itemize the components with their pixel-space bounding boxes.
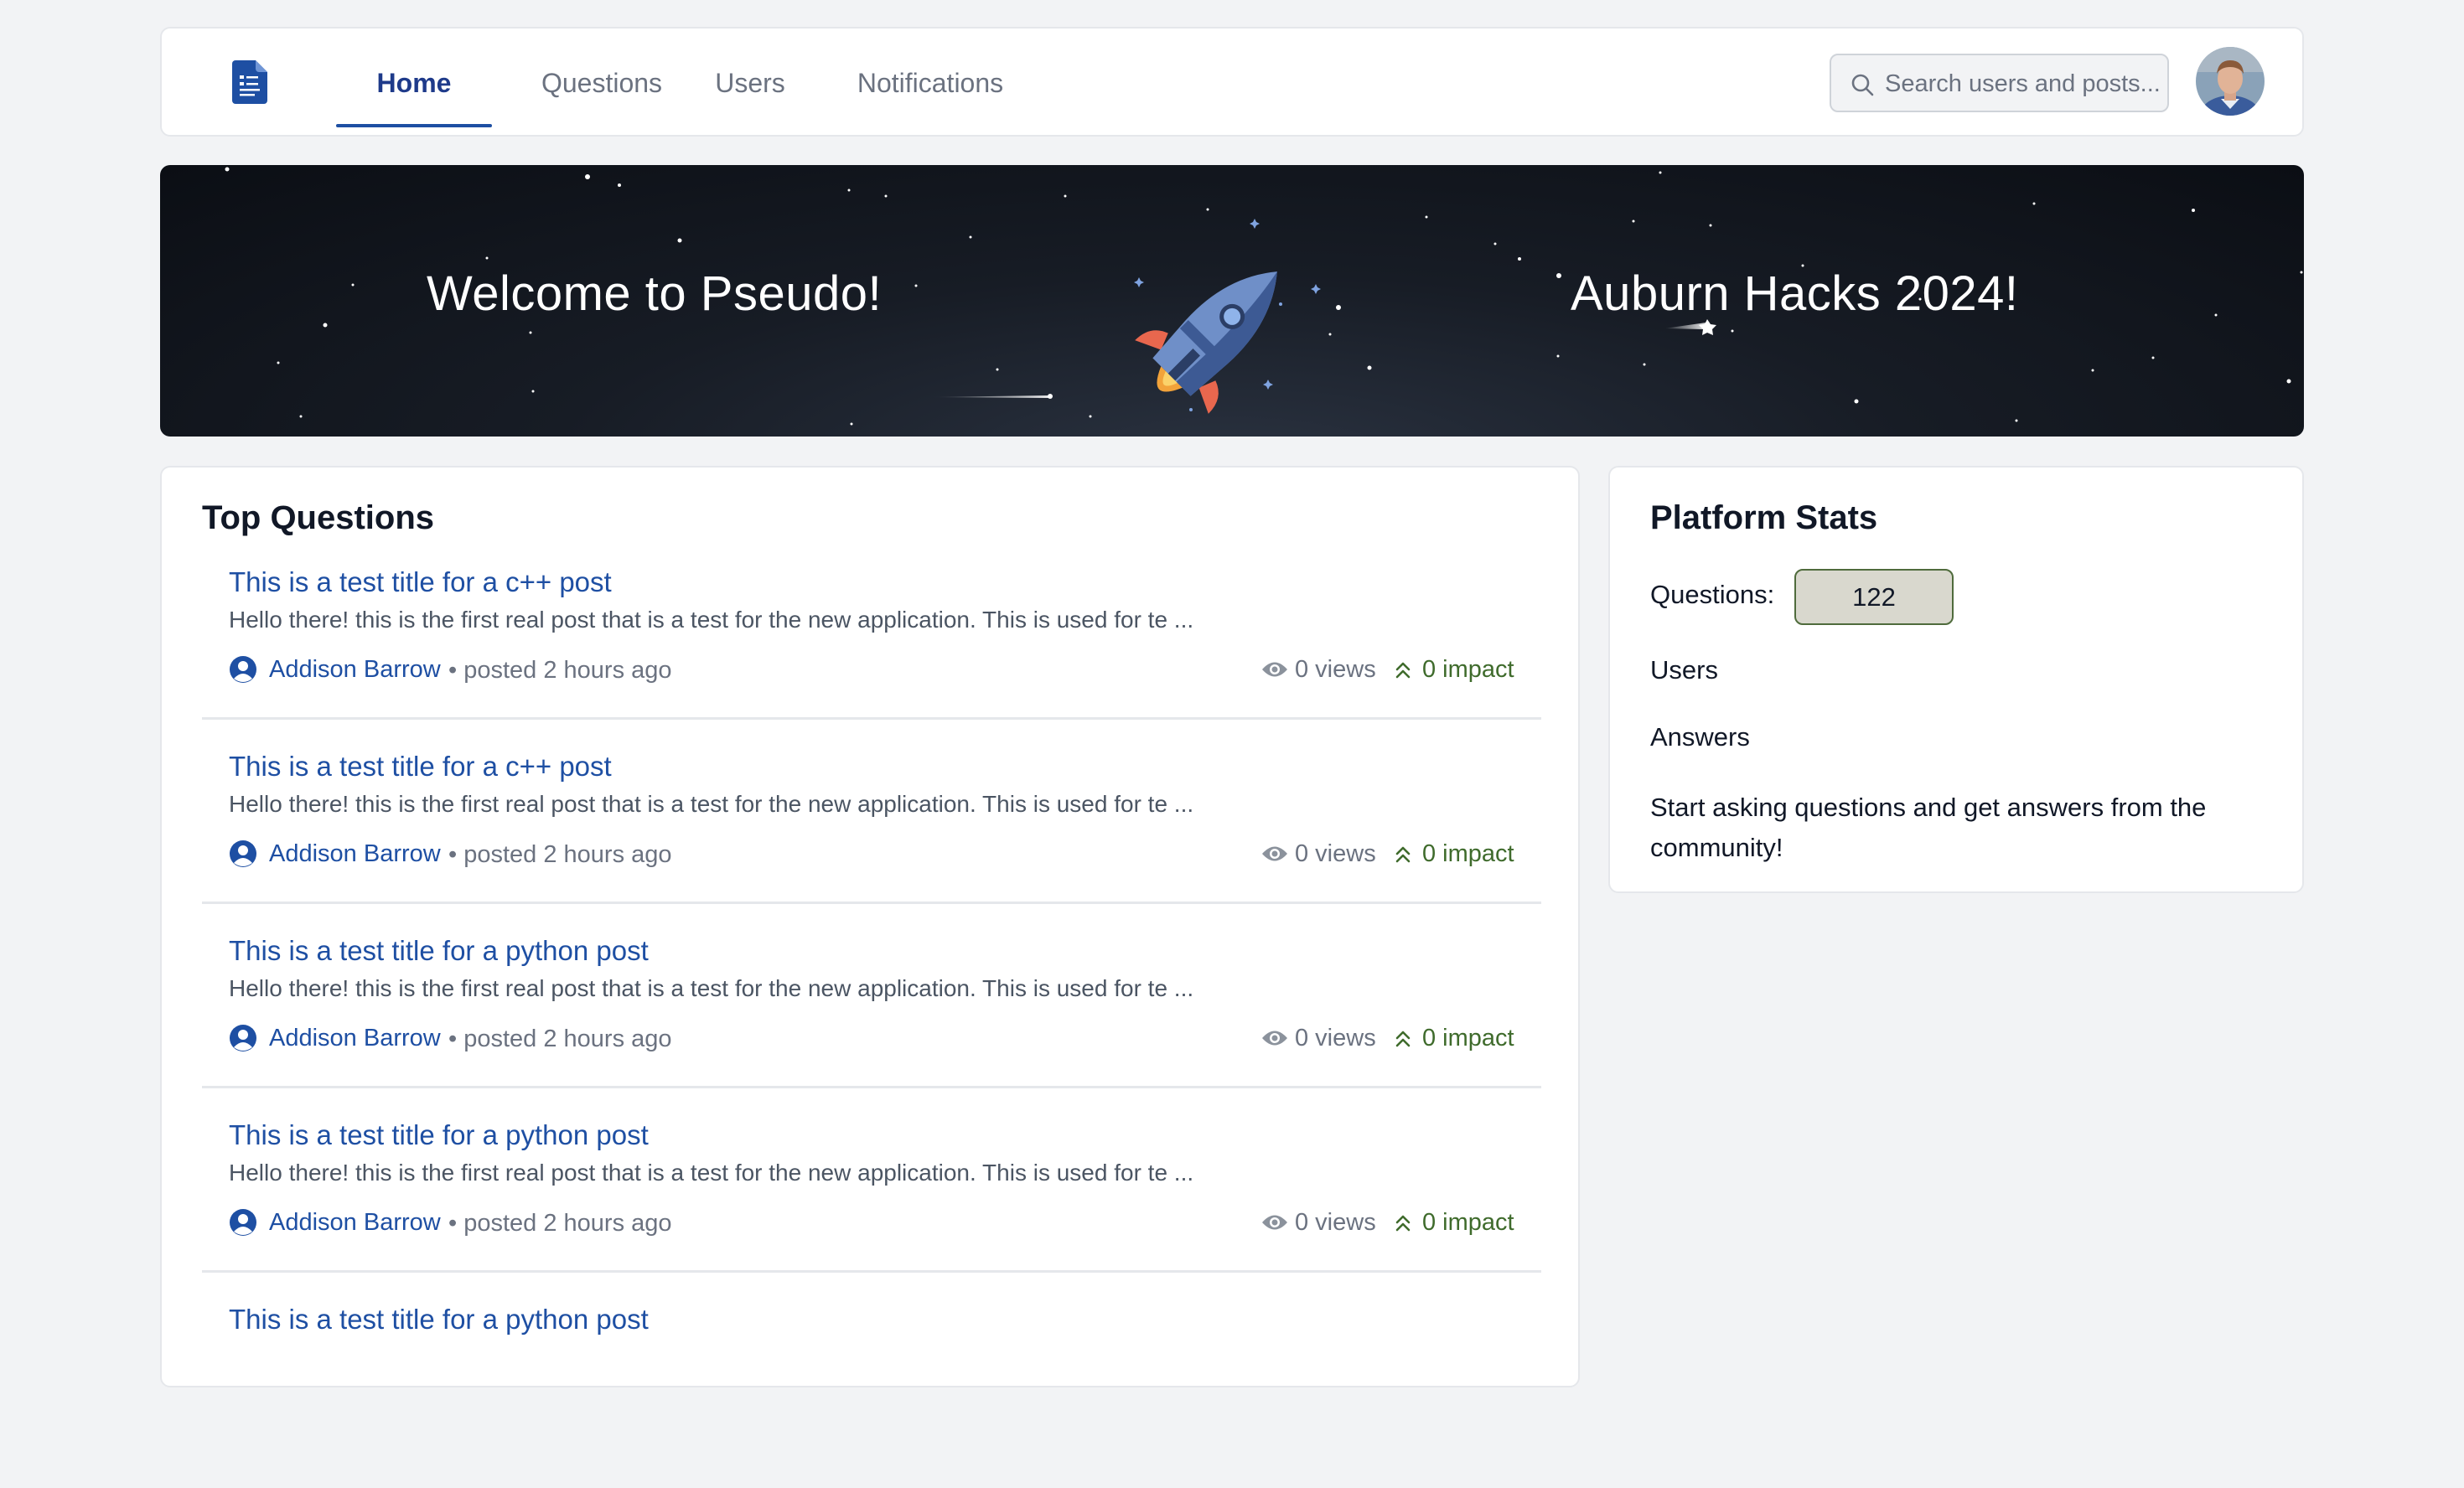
top-questions-card: Top Questions This is a test title for a… bbox=[160, 466, 1580, 1387]
views-count: 0 views bbox=[1295, 840, 1376, 867]
tab-questions[interactable]: Questions bbox=[518, 28, 686, 138]
impact-count: 0 impact bbox=[1422, 840, 1514, 867]
divider bbox=[202, 902, 1541, 904]
user-circle-icon bbox=[230, 656, 256, 683]
question-item: This is a test title for a python post bbox=[202, 1304, 1541, 1488]
author-link[interactable]: Addison Barrow bbox=[269, 840, 441, 868]
question-item: This is a test title for a python post He… bbox=[202, 935, 1541, 1119]
divider bbox=[202, 1086, 1541, 1088]
question-item: This is a test title for a c++ post Hello… bbox=[202, 566, 1541, 751]
question-excerpt: Hello there! this is the first real post… bbox=[229, 607, 1194, 633]
top-questions-title: Top Questions bbox=[202, 499, 435, 536]
eye-icon bbox=[1262, 662, 1287, 677]
double-chevron-up-icon bbox=[1395, 662, 1411, 679]
question-title-link[interactable]: This is a test title for a c++ post bbox=[229, 566, 612, 598]
question-excerpt: Hello there! this is the first real post… bbox=[229, 975, 1194, 1001]
question-title-link[interactable]: This is a test title for a c++ post bbox=[229, 751, 612, 783]
views-count: 0 views bbox=[1295, 1025, 1376, 1051]
double-chevron-up-icon bbox=[1395, 1215, 1411, 1232]
divider bbox=[202, 1270, 1541, 1273]
author-link[interactable]: Addison Barrow bbox=[269, 1209, 441, 1237]
tab-notifications[interactable]: Notifications bbox=[829, 28, 1032, 138]
author-link[interactable]: Addison Barrow bbox=[269, 656, 441, 684]
platform-stats-card: Platform Stats Questions: 122 Users Answ… bbox=[1608, 466, 2304, 893]
user-circle-icon bbox=[230, 840, 256, 867]
stat-users-label: Users bbox=[1650, 655, 1718, 685]
impact-count: 0 impact bbox=[1422, 1209, 1514, 1236]
search-box[interactable] bbox=[1830, 54, 2169, 112]
banner-event-text: Auburn Hacks 2024! bbox=[1571, 266, 2019, 321]
user-avatar[interactable] bbox=[2196, 47, 2265, 116]
hero-banner: Welcome to Pseudo! Auburn Hacks 2024! bbox=[160, 165, 2304, 437]
search-icon bbox=[1851, 74, 1874, 96]
stat-questions-value: 122 bbox=[1794, 569, 1954, 625]
user-circle-icon bbox=[230, 1025, 256, 1051]
top-nav: Home Questions Users Notifications bbox=[160, 27, 2304, 137]
stats-cta-text: Start asking questions and get answers f… bbox=[1650, 793, 2207, 862]
question-title-link[interactable]: This is a test title for a python post bbox=[229, 935, 649, 967]
rocket-icon bbox=[1135, 271, 1277, 414]
platform-stats-title: Platform Stats bbox=[1650, 499, 1878, 536]
eye-icon bbox=[1262, 846, 1287, 861]
divider bbox=[202, 717, 1541, 720]
posted-time: • posted 2 hours ago bbox=[448, 657, 672, 684]
author-link[interactable]: Addison Barrow bbox=[269, 1025, 441, 1052]
double-chevron-up-icon bbox=[1395, 1031, 1411, 1047]
tab-home[interactable]: Home bbox=[336, 28, 492, 138]
search-input[interactable] bbox=[1885, 65, 2161, 102]
question-item: This is a test title for a python post He… bbox=[202, 1119, 1541, 1304]
stat-answers-label: Answers bbox=[1650, 722, 1750, 752]
impact-count: 0 impact bbox=[1422, 1025, 1514, 1051]
question-item: This is a test title for a c++ post Hello… bbox=[202, 751, 1541, 935]
double-chevron-up-icon bbox=[1395, 846, 1411, 863]
eye-icon bbox=[1262, 1215, 1287, 1230]
views-count: 0 views bbox=[1295, 1209, 1376, 1236]
eye-icon bbox=[1262, 1031, 1287, 1046]
question-excerpt: Hello there! this is the first real post… bbox=[229, 791, 1194, 817]
banner-welcome-text: Welcome to Pseudo! bbox=[427, 266, 883, 321]
question-meta: Addison Barrow • posted 2 hours ago 0 view… bbox=[229, 1206, 1528, 1240]
posted-time: • posted 2 hours ago bbox=[448, 1026, 672, 1052]
question-meta: Addison Barrow • posted 2 hours ago 0 view… bbox=[229, 1022, 1528, 1056]
question-title-link[interactable]: This is a test title for a python post bbox=[229, 1304, 649, 1336]
tab-users[interactable]: Users bbox=[703, 28, 797, 138]
user-circle-icon bbox=[230, 1209, 256, 1236]
question-meta: Addison Barrow • posted 2 hours ago 0 view… bbox=[229, 838, 1528, 871]
impact-count: 0 impact bbox=[1422, 656, 1514, 683]
document-icon[interactable] bbox=[232, 60, 267, 104]
question-title-link[interactable]: This is a test title for a python post bbox=[229, 1119, 649, 1151]
question-excerpt: Hello there! this is the first real post… bbox=[229, 1160, 1194, 1186]
posted-time: • posted 2 hours ago bbox=[448, 841, 672, 868]
posted-time: • posted 2 hours ago bbox=[448, 1210, 672, 1237]
question-meta: Addison Barrow • posted 2 hours ago 0 view… bbox=[229, 654, 1528, 687]
stat-questions-label: Questions: bbox=[1650, 580, 1775, 609]
views-count: 0 views bbox=[1295, 656, 1376, 683]
